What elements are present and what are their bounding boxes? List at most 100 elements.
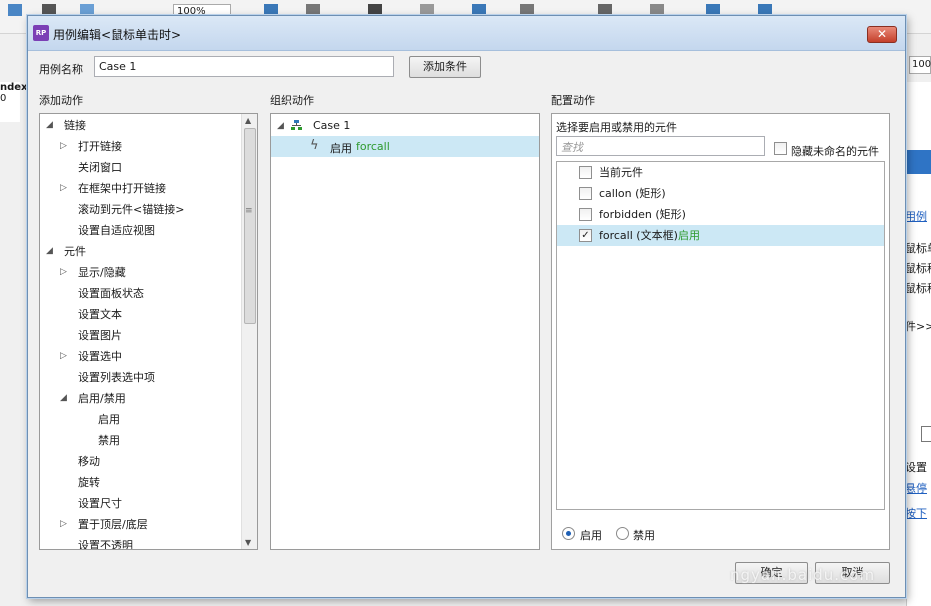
right-item[interactable]: 用例: [907, 208, 927, 224]
element-label: forbidden (矩形): [599, 208, 686, 221]
collapsed-triangle-icon[interactable]: ▷: [60, 262, 67, 283]
actions-scrollbar[interactable]: ▲ ≡ ▼: [241, 114, 257, 549]
disable-radio-label: 禁用: [633, 529, 655, 542]
close-button[interactable]: ✕: [867, 26, 897, 43]
action-tree-item[interactable]: 设置文本: [40, 304, 241, 325]
enable-radio-label: 启用: [580, 529, 602, 542]
scroll-thumb[interactable]: [244, 128, 256, 324]
action-tree-item[interactable]: 滚动到元件<锚链接>: [40, 199, 241, 220]
hide-unnamed-checkbox[interactable]: [774, 142, 787, 155]
element-checkbox-checked[interactable]: ✓: [579, 229, 592, 242]
expanded-triangle-icon[interactable]: ◢: [46, 115, 53, 136]
action-tree-item[interactable]: 关闭窗口: [40, 157, 241, 178]
action-tree-item[interactable]: ◢ 元件: [40, 241, 241, 262]
action-tree-item[interactable]: 设置图片: [40, 325, 241, 346]
scroll-grip-icon: ≡: [245, 206, 253, 216]
action-tree-item[interactable]: 设置自适应视图: [40, 220, 241, 241]
organize-actions-heading: 组织动作: [270, 94, 314, 107]
collapsed-triangle-icon[interactable]: ▷: [60, 136, 67, 157]
element-state: 启用: [678, 229, 700, 242]
right-item[interactable]: 鼠标单: [907, 240, 931, 256]
list-item[interactable]: callon (矩形): [557, 183, 884, 204]
dialog-title: 用例编辑<鼠标单击时>: [53, 28, 182, 42]
action-tree-label: 设置面板状态: [78, 287, 144, 300]
action-tree-item[interactable]: ▷ 设置选中: [40, 346, 241, 367]
action-verb: 启用: [330, 142, 352, 155]
action-tree-label: 移动: [78, 455, 100, 468]
actions-tree-panel: ◢ 链接 ▷ 打开链接 关闭窗口 ▷ 在框架中打开链接 滚动到元件<锚链接> 设置自适应视图 ◢ 元…: [39, 113, 258, 550]
case-label: Case 1: [313, 119, 351, 132]
action-tree-label: 打开链接: [78, 140, 122, 153]
element-checkbox[interactable]: [579, 166, 592, 179]
ok-button[interactable]: 确定: [735, 562, 808, 584]
configure-prompt: 选择要启用或禁用的元件: [556, 121, 677, 134]
action-tree-item[interactable]: ▷ 显示/隐藏: [40, 262, 241, 283]
action-tree-label: 启用: [98, 413, 120, 426]
case-name-input[interactable]: Case 1: [94, 56, 394, 77]
element-label: callon (矩形): [599, 187, 666, 200]
right-panel-tab[interactable]: [907, 150, 931, 174]
action-tree-item[interactable]: 禁用: [40, 430, 241, 451]
background-left-panel: ndex 0: [0, 82, 28, 122]
element-checkbox[interactable]: [579, 187, 592, 200]
background-right-panel: 用例 鼠标单 鼠标移 鼠标移 件>> 设置 悬停 按下: [906, 82, 931, 606]
action-tree-label: 元件: [64, 245, 86, 258]
zoom-field-right[interactable]: 100: [909, 56, 931, 74]
organize-actions-panel: ◢ Case 1 ϟ 启用 forcall: [270, 113, 540, 550]
action-tree-item[interactable]: 设置尺寸: [40, 493, 241, 514]
expanded-triangle-icon[interactable]: ◢: [60, 388, 67, 409]
action-tree-item[interactable]: ◢ 链接: [40, 115, 241, 136]
collapsed-triangle-icon[interactable]: ▷: [60, 346, 67, 367]
action-tree-label: 关闭窗口: [78, 161, 122, 174]
action-tree-item[interactable]: ◢ 启用/禁用: [40, 388, 241, 409]
right-item[interactable]: 件>>: [907, 318, 931, 334]
right-item[interactable]: 悬停: [907, 480, 927, 496]
action-tree-item[interactable]: 设置不透明: [40, 535, 241, 549]
dialog-titlebar[interactable]: RP 用例编辑<鼠标单击时> ✕: [28, 16, 905, 51]
action-target: forcall: [356, 140, 390, 153]
action-tree-item[interactable]: 启用: [40, 409, 241, 430]
right-item: 设置: [906, 461, 927, 474]
search-input[interactable]: 查找: [556, 136, 765, 156]
list-item[interactable]: 当前元件: [557, 162, 884, 183]
collapsed-triangle-icon[interactable]: ▷: [60, 514, 67, 535]
element-checkbox[interactable]: [579, 208, 592, 221]
case-icon: [291, 120, 302, 130]
right-item[interactable]: 鼠标移: [907, 280, 931, 296]
expanded-triangle-icon[interactable]: ◢: [46, 241, 53, 262]
action-tree-item[interactable]: ▷ 置于顶层/底层: [40, 514, 241, 535]
case-row[interactable]: ◢ Case 1: [271, 115, 539, 136]
action-row-selected[interactable]: ϟ 启用 forcall: [271, 136, 539, 157]
action-tree-label: 设置选中: [78, 350, 122, 363]
action-tree-label: 启用/禁用: [78, 392, 126, 405]
disable-radio[interactable]: [616, 527, 629, 540]
action-tree-label: 设置列表选中项: [78, 371, 155, 384]
right-item[interactable]: 按下: [907, 505, 927, 521]
action-tree-item[interactable]: 设置面板状态: [40, 283, 241, 304]
configure-actions-panel: 选择要启用或禁用的元件 查找 隐藏未命名的元件 当前元件 callon (矩形)…: [551, 113, 890, 550]
right-item[interactable]: 鼠标移: [907, 260, 931, 276]
action-tree-item[interactable]: 移动: [40, 451, 241, 472]
app-icon: RP: [33, 25, 49, 41]
element-label: forcall (文本框): [599, 229, 678, 242]
action-tree-item[interactable]: 设置列表选中项: [40, 367, 241, 388]
case-editor-dialog: RP 用例编辑<鼠标单击时> ✕ 用例名称 Case 1 添加条件 添加动作 组…: [27, 15, 906, 598]
enable-radio[interactable]: [562, 527, 575, 540]
list-item[interactable]: forbidden (矩形): [557, 204, 884, 225]
scroll-up-icon[interactable]: ▲: [245, 116, 251, 125]
action-tree-label: 在框架中打开链接: [78, 182, 166, 195]
expanded-triangle-icon[interactable]: ◢: [277, 121, 284, 131]
toolbar-icon[interactable]: [8, 4, 22, 16]
action-tree-item[interactable]: 旋转: [40, 472, 241, 493]
lightning-icon: ϟ: [310, 138, 319, 153]
action-tree-label: 设置尺寸: [78, 497, 122, 510]
action-tree-item[interactable]: ▷ 在框架中打开链接: [40, 178, 241, 199]
action-tree-item[interactable]: ▷ 打开链接: [40, 136, 241, 157]
right-checkbox[interactable]: [921, 426, 931, 442]
list-item-selected[interactable]: ✓ forcall (文本框) 启用: [557, 225, 884, 246]
case-name-label: 用例名称: [39, 63, 83, 76]
cancel-button[interactable]: 取消: [815, 562, 890, 584]
collapsed-triangle-icon[interactable]: ▷: [60, 178, 67, 199]
scroll-down-icon[interactable]: ▼: [245, 538, 251, 547]
add-condition-button[interactable]: 添加条件: [409, 56, 481, 78]
